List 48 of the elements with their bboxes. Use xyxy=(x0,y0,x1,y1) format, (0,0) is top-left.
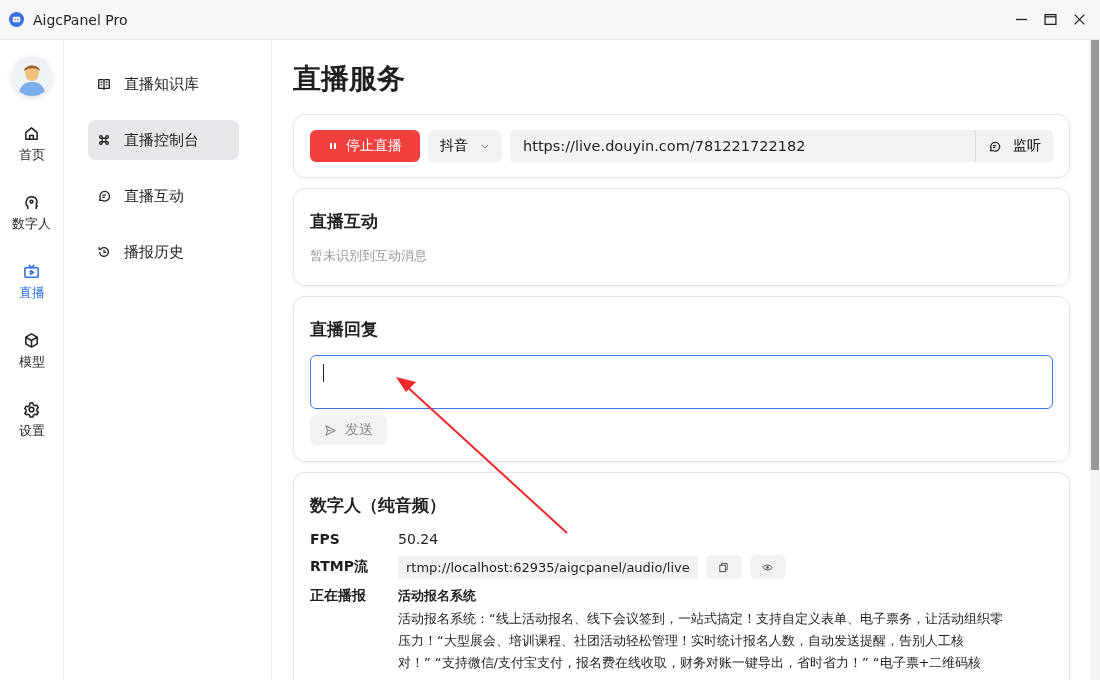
card-title: 数字人（纯音频） xyxy=(310,494,447,517)
submenu-item[interactable]: 直播知识库 xyxy=(88,64,239,104)
maximize-icon[interactable] xyxy=(1044,13,1057,26)
preview-button[interactable] xyxy=(749,555,786,579)
url-field[interactable]: https://live.douyin.com/781221722182 xyxy=(510,138,975,154)
app-logo-icon xyxy=(9,12,24,27)
nav-item[interactable]: 直播 xyxy=(3,263,60,321)
nav-item[interactable]: 首页 xyxy=(3,125,60,183)
nav-item[interactable]: 模型 xyxy=(3,332,60,390)
send-icon xyxy=(324,423,337,437)
submenu-item[interactable]: 播报历史 xyxy=(88,232,239,272)
stop-live-button[interactable]: 停止直播 xyxy=(310,130,420,162)
window-title: AigcPanel Pro xyxy=(33,11,128,28)
nav-item[interactable]: 设置 xyxy=(3,401,60,459)
platform-select[interactable]: 抖音 xyxy=(428,130,502,162)
submenu-item[interactable]: 直播互动 xyxy=(88,176,239,216)
field-label: 正在播报 xyxy=(310,587,367,605)
field-label: RTMP流 xyxy=(310,558,369,576)
card-title: 直播回复 xyxy=(310,318,379,341)
pause-icon xyxy=(328,141,338,151)
submenu-item[interactable]: 直播控制台 xyxy=(88,120,239,160)
page-title: 直播服务 xyxy=(293,61,406,97)
user-avatar[interactable] xyxy=(11,56,52,96)
close-icon[interactable] xyxy=(1073,13,1086,26)
tv-icon xyxy=(23,263,40,280)
card-title: 直播互动 xyxy=(310,210,379,233)
field-label: FPS xyxy=(310,531,341,547)
head-icon xyxy=(23,194,40,211)
book-icon xyxy=(97,77,111,91)
copy-icon xyxy=(718,561,730,573)
command-icon xyxy=(97,133,111,147)
empty-message: 暂未识别到互动消息 xyxy=(310,247,428,265)
home-icon xyxy=(23,125,40,142)
nav-item[interactable]: 数字人 xyxy=(3,194,60,252)
broadcast-text: 活动报名系统：“线上活动报名、线下会议签到，一站式搞定！支持自定义表单、电子票务，让活动组织零 压力！“大型展会、培训课程、社团活动轻松管理！实时统计报名人数，自动发送提醒，告别人工核 对！” “支持微信/支付宝支付，报名费在线收取，财务对账一键导出，省时省力！” “电子票+二维码核 xyxy=(398,610,1003,672)
cube-icon xyxy=(23,332,40,349)
broadcast-title: 活动报名系统 xyxy=(398,587,477,605)
scrollbar-thumb[interactable] xyxy=(1091,40,1099,470)
listen-button[interactable]: 监听 xyxy=(975,130,1053,162)
chat-icon xyxy=(988,139,1001,153)
settings-icon xyxy=(23,401,40,418)
history-icon xyxy=(97,245,111,259)
rtmp-url-field: rtmp://localhost:62935/aigcpanel/audio/live xyxy=(398,555,698,579)
reply-input-field[interactable] xyxy=(310,355,1053,409)
eye-icon xyxy=(762,561,774,573)
copy-button[interactable] xyxy=(705,555,742,579)
chat-icon xyxy=(97,189,111,203)
fps-value: 50.24 xyxy=(398,531,439,547)
